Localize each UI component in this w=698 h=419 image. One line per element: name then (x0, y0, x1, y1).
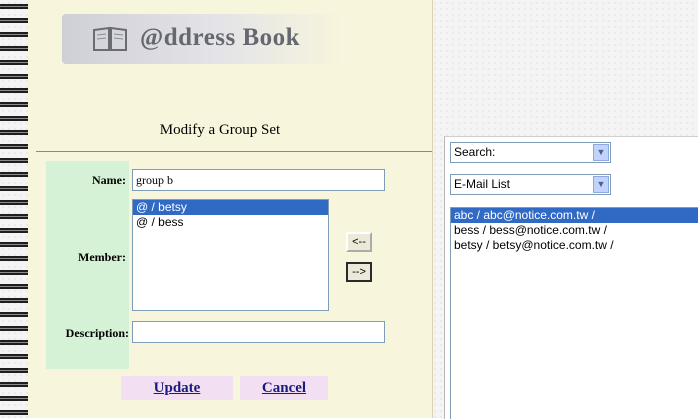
update-button[interactable]: Update (121, 376, 233, 400)
name-label: Name: (92, 173, 126, 187)
search-select-value: Search: (454, 145, 496, 159)
move-left-button[interactable]: <-- (346, 232, 372, 252)
member-option[interactable]: @ / betsy (133, 200, 328, 215)
member-label: Member: (78, 250, 126, 264)
spiral-binding (0, 0, 28, 418)
member-option[interactable]: @ / bess (133, 215, 328, 230)
address-book-notebook: @ddress Book Modify a Group Set Name: Me… (0, 0, 433, 418)
member-listbox[interactable]: @ / betsy @ / bess (132, 199, 329, 311)
email-option[interactable]: betsy / betsy@notice.com.tw / (451, 238, 698, 253)
email-panel: Search: ▼ E-Mail List ▼ abc / abc@notice… (444, 136, 698, 419)
title-divider (36, 151, 432, 152)
email-option[interactable]: abc / abc@notice.com.tw / (451, 208, 698, 223)
move-right-button[interactable]: --> (346, 262, 372, 282)
email-list-select-value: E-Mail List (454, 177, 511, 191)
email-option[interactable]: bess / bess@notice.com.tw / (451, 223, 698, 238)
search-select[interactable]: Search: ▼ (450, 142, 611, 163)
group-name-input[interactable] (132, 169, 385, 191)
email-listbox[interactable]: abc / abc@notice.com.tw / bess / bess@no… (450, 207, 698, 419)
app-logo: @ddress Book (62, 14, 342, 64)
chevron-down-icon[interactable]: ▼ (593, 144, 609, 161)
form-title: Modify a Group Set (159, 122, 281, 138)
cancel-button[interactable]: Cancel (240, 376, 328, 400)
description-input[interactable] (132, 321, 385, 343)
chevron-down-icon[interactable]: ▼ (593, 176, 609, 193)
book-icon (93, 26, 127, 51)
app-title: @ddress Book (140, 24, 301, 51)
description-label: Description: (65, 326, 129, 340)
email-list-select[interactable]: E-Mail List ▼ (450, 174, 611, 195)
